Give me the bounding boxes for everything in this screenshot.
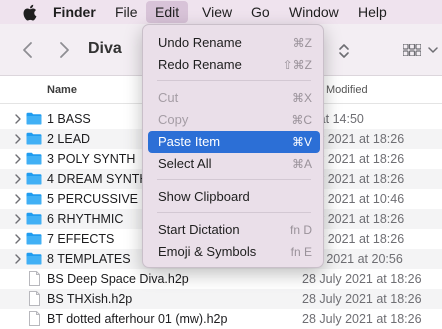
file-name: BT dotted afterhour 01 (mw).h2p bbox=[47, 312, 228, 326]
file-name: 1 BASS bbox=[47, 112, 91, 126]
disclosure-triangle-icon[interactable] bbox=[14, 254, 22, 264]
menu-item-start-dictation[interactable]: Start Dictation fn D bbox=[148, 219, 320, 241]
date-modified: 28 July 2021 at 18:26 bbox=[302, 312, 422, 326]
column-name[interactable]: Name bbox=[47, 84, 77, 96]
grid-view-icon[interactable] bbox=[403, 44, 421, 56]
disclosure-triangle-icon[interactable] bbox=[14, 154, 22, 164]
menu-window[interactable]: Window bbox=[280, 0, 348, 24]
file-name: BS THXish.h2p bbox=[47, 292, 133, 306]
menu-item-shortcut: ⌘C bbox=[291, 113, 312, 127]
disclosure-triangle-icon[interactable] bbox=[14, 214, 22, 224]
sort-arrows-icon[interactable] bbox=[338, 42, 350, 60]
document-icon bbox=[29, 271, 40, 286]
menu-item-select-all[interactable]: Select All ⌘A bbox=[148, 153, 320, 175]
disclosure-triangle-icon[interactable] bbox=[14, 194, 22, 204]
folder-icon bbox=[26, 192, 42, 205]
menu-separator bbox=[157, 179, 311, 180]
menu-item-copy: Copy ⌘C bbox=[148, 109, 320, 131]
list-item[interactable]: BS THXish.h2p 28 July 2021 at 18:26 bbox=[0, 289, 442, 309]
menu-item-label: Paste Item bbox=[158, 134, 221, 149]
folder-icon bbox=[26, 132, 42, 145]
menu-item-emoji-symbols[interactable]: Emoji & Symbols fn E bbox=[148, 241, 320, 263]
menu-item-label: Cut bbox=[158, 90, 179, 105]
menu-separator bbox=[157, 80, 311, 81]
file-name: 4 DREAM SYNTH bbox=[47, 172, 149, 186]
file-name: 8 TEMPLATES bbox=[47, 252, 131, 266]
file-name: BS Deep Space Diva.h2p bbox=[47, 272, 189, 286]
menu-item-label: Show Clipboard bbox=[158, 189, 250, 204]
menu-item-shortcut: ⇧⌘Z bbox=[282, 58, 312, 72]
column-modified[interactable]: Modified bbox=[326, 84, 368, 96]
menu-item-shortcut: ⌘V bbox=[291, 135, 312, 149]
menu-edit[interactable]: Edit bbox=[146, 1, 189, 23]
disclosure-triangle-icon[interactable] bbox=[14, 114, 22, 124]
menu-item-label: Select All bbox=[158, 156, 212, 171]
apple-logo-icon[interactable] bbox=[22, 4, 37, 21]
list-item[interactable]: BS Deep Space Diva.h2p 28 July 2021 at 18… bbox=[0, 269, 442, 289]
menu-item-label: Undo Rename bbox=[158, 35, 242, 50]
menu-item-shortcut: ⌘A bbox=[291, 157, 312, 171]
menu-item-label: Emoji & Symbols bbox=[158, 244, 257, 259]
menu-item-undo-rename[interactable]: Undo Rename ⌘Z bbox=[148, 32, 320, 54]
menu-file[interactable]: File bbox=[106, 0, 147, 24]
menu-item-paste-item[interactable]: Paste Item ⌘V bbox=[148, 131, 320, 153]
chevron-down-icon[interactable] bbox=[428, 46, 438, 54]
menu-go[interactable]: Go bbox=[242, 0, 279, 24]
chevron-right-icon[interactable] bbox=[56, 40, 72, 60]
document-icon bbox=[29, 291, 40, 306]
folder-icon bbox=[26, 212, 42, 225]
menu-item-redo-rename[interactable]: Redo Rename ⇧⌘Z bbox=[148, 54, 320, 76]
menu-item-label: Redo Rename bbox=[158, 57, 242, 72]
chevron-left-icon[interactable] bbox=[20, 40, 36, 60]
menu-item-show-clipboard[interactable]: Show Clipboard bbox=[148, 186, 320, 208]
folder-icon bbox=[26, 152, 42, 165]
menu-help[interactable]: Help bbox=[349, 0, 396, 24]
edit-menu: Undo Rename ⌘Z Redo Rename ⇧⌘Z Cut ⌘X Copy ⌘C Pa… bbox=[142, 24, 324, 268]
folder-icon bbox=[26, 112, 42, 125]
menu-item-label: Copy bbox=[158, 112, 189, 127]
window-title: Diva bbox=[88, 40, 122, 57]
file-name: 7 EFFECTS bbox=[47, 232, 115, 246]
disclosure-triangle-icon[interactable] bbox=[14, 134, 22, 144]
file-name: 5 PERCUSSIVE bbox=[47, 192, 139, 206]
disclosure-triangle-icon[interactable] bbox=[14, 234, 22, 244]
folder-icon bbox=[26, 252, 42, 265]
menu-item-shortcut: ⌘X bbox=[291, 91, 312, 105]
menu-item-shortcut: ⌘Z bbox=[292, 36, 312, 50]
date-modified: 28 July 2021 at 18:26 bbox=[302, 292, 422, 306]
folder-icon bbox=[26, 232, 42, 245]
file-name: 2 LEAD bbox=[47, 132, 91, 146]
menu-item-cut: Cut ⌘X bbox=[148, 87, 320, 109]
file-name: 6 RHYTHMIC bbox=[47, 212, 124, 226]
file-name: 3 POLY SYNTH bbox=[47, 152, 136, 166]
disclosure-triangle-icon[interactable] bbox=[14, 174, 22, 184]
document-icon bbox=[29, 311, 40, 326]
menu-finder[interactable]: Finder bbox=[44, 0, 105, 24]
menu-bar: Finder File Edit View Go Window Help bbox=[0, 0, 442, 24]
menu-separator bbox=[157, 212, 311, 213]
menu-item-shortcut: fn D bbox=[289, 223, 312, 237]
menu-item-label: Start Dictation bbox=[158, 222, 240, 237]
list-item[interactable]: BT dotted afterhour 01 (mw).h2p 28 July 2… bbox=[0, 309, 442, 329]
date-modified: 28 July 2021 at 18:26 bbox=[302, 272, 422, 286]
menu-view[interactable]: View bbox=[193, 0, 241, 24]
menu-item-shortcut: fn E bbox=[290, 245, 312, 259]
folder-icon bbox=[26, 172, 42, 185]
